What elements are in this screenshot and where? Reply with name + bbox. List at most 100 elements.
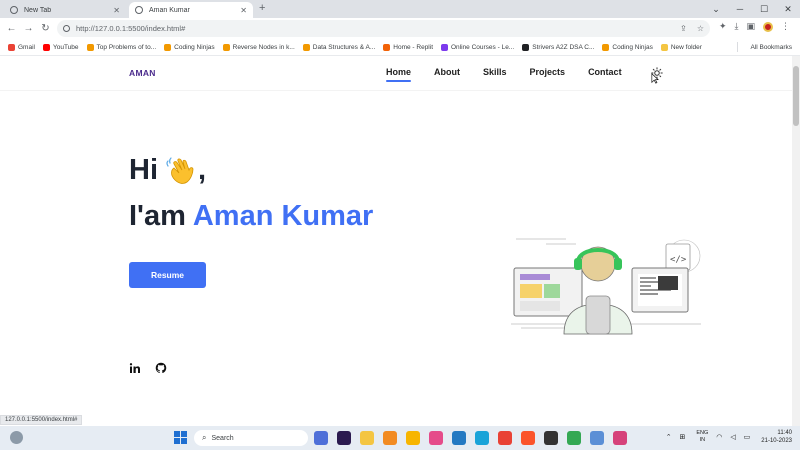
svg-text:</>: </> <box>670 255 687 265</box>
bookmark-item[interactable]: Home - Replit <box>383 43 433 51</box>
url-text[interactable]: http://127.0.0.1:5500/index.html# <box>76 24 672 33</box>
web-page: AMAN Home About Skills Projects Contact … <box>0 56 792 426</box>
greeting-comma: , <box>198 154 207 186</box>
tray-icons[interactable]: ⌃ ⊞ <box>666 433 689 441</box>
bookmark-star-icon[interactable]: ☆ <box>697 24 704 33</box>
new-tab-button[interactable]: + <box>259 2 265 14</box>
language-indicator[interactable]: ENG IN <box>696 430 708 444</box>
profile-avatar[interactable] <box>763 21 773 32</box>
scroll-thumb[interactable] <box>793 66 799 126</box>
maximize-icon[interactable]: ☐ <box>752 4 776 15</box>
bookmark-label: Coding Ninjas <box>174 43 215 51</box>
resume-button[interactable]: Resume <box>129 262 206 288</box>
tab-title: Aman Kumar <box>149 6 190 14</box>
clock-time: 11:40 <box>777 430 792 436</box>
nav-about[interactable]: About <box>434 67 460 82</box>
bookmark-favicon-icon <box>660 43 668 51</box>
bookmark-favicon-icon <box>164 43 172 51</box>
globe-icon <box>10 6 18 14</box>
browser-tab-strip: New Tab ✕ Aman Kumar ✕ + ⌄ ─ ☐ ✕ <box>0 0 800 18</box>
hero-name: Aman Kumar <box>192 200 374 232</box>
bookmark-favicon-icon <box>522 43 530 51</box>
brave-icon[interactable] <box>521 431 535 445</box>
link-status-bar: 127.0.0.1:5500/index.html# <box>0 415 83 425</box>
bookmark-item[interactable]: Strivers A2Z DSA C... <box>522 43 595 51</box>
reload-icon[interactable]: ↻ <box>37 23 54 34</box>
weather-icon[interactable] <box>10 431 23 444</box>
bookmark-favicon-icon <box>42 43 50 51</box>
start-button[interactable] <box>174 431 187 444</box>
app-icon[interactable] <box>383 431 397 445</box>
bookmarks-bar: Gmail YouTube Top Problems of to... Coding … <box>0 39 800 56</box>
bookmark-label: Online Courses - Le... <box>451 43 515 51</box>
nav-projects[interactable]: Projects <box>530 67 566 82</box>
bookmark-label: Strivers A2Z DSA C... <box>532 43 595 51</box>
github-desktop-icon[interactable] <box>544 431 558 445</box>
network-volume-battery-icons[interactable]: ◠ ◁ ▭ <box>716 433 753 441</box>
bookmark-item[interactable]: Reverse Nodes in k... <box>222 43 295 51</box>
chrome-icon[interactable] <box>498 431 512 445</box>
tab-new-tab[interactable]: New Tab ✕ <box>4 2 126 18</box>
bookmark-item[interactable]: Top Problems of to... <box>86 43 157 51</box>
greeting-text: Hi <box>129 154 158 186</box>
hero-greeting: Hi , <box>129 154 206 187</box>
vlc-icon[interactable] <box>406 431 420 445</box>
taskbar-search-label: Search <box>211 434 234 442</box>
vscode-icon[interactable] <box>452 431 466 445</box>
bookmark-item[interactable]: YouTube <box>42 43 79 51</box>
bookmark-favicon-icon <box>602 43 610 51</box>
extensions-icon[interactable]: ✦ <box>719 21 727 32</box>
bookmark-favicon-icon <box>222 43 230 51</box>
bookmark-item[interactable]: New folder <box>660 43 702 51</box>
system-tray: ⌃ ⊞ ENG IN ◠ ◁ ▭ 11:40 21-10-2023 <box>666 429 792 445</box>
intro-prefix: I'am <box>129 200 186 232</box>
close-icon[interactable]: ✕ <box>240 6 247 15</box>
minimize-icon[interactable]: ─ <box>728 4 752 14</box>
tab-search-icon[interactable]: ⌄ <box>704 4 728 15</box>
file-explorer-icon[interactable] <box>360 431 374 445</box>
all-bookmarks[interactable]: All Bookmarks <box>750 44 792 51</box>
download-icon[interactable]: ⤓ <box>735 21 739 32</box>
menu-icon[interactable]: ⋮ <box>781 21 790 32</box>
back-icon[interactable]: ← <box>3 23 20 34</box>
clock-date: 21-10-2023 <box>761 438 792 444</box>
nav-home[interactable]: Home <box>386 67 412 82</box>
developer-illustration: </> <box>511 238 701 335</box>
taskbar-search[interactable]: ⌕ Search <box>194 430 308 446</box>
teams-app-icon[interactable] <box>314 431 328 445</box>
nav-skills[interactable]: Skills <box>483 67 507 82</box>
slack-icon[interactable] <box>429 431 443 445</box>
side-panel-icon[interactable]: ▣ <box>746 21 755 32</box>
site-info-icon[interactable] <box>63 25 70 32</box>
site-logo[interactable]: AMAN <box>129 68 156 78</box>
system-clock[interactable]: 11:40 21-10-2023 <box>761 429 792 445</box>
app-icon-2[interactable] <box>613 431 627 445</box>
premiere-app-icon[interactable] <box>337 431 351 445</box>
bookmark-item[interactable]: Coding Ninjas <box>602 43 653 51</box>
share-icon[interactable]: ⇪ <box>680 24 687 33</box>
forward-icon[interactable]: → <box>20 23 37 34</box>
photos-icon[interactable] <box>590 431 604 445</box>
nav-contact[interactable]: Contact <box>588 67 622 82</box>
bookmark-item[interactable]: Data Structures & A... <box>302 43 375 51</box>
bookmark-label: Reverse Nodes in k... <box>232 43 295 51</box>
close-window-icon[interactable]: ✕ <box>776 4 800 15</box>
bookmark-item[interactable]: Online Courses - Le... <box>441 43 515 51</box>
close-icon[interactable]: ✕ <box>113 6 120 15</box>
tab-aman-kumar[interactable]: Aman Kumar ✕ <box>129 2 253 18</box>
edge-icon[interactable] <box>475 431 489 445</box>
linkedin-icon[interactable] <box>129 362 141 374</box>
globe-icon <box>135 6 143 14</box>
github-icon[interactable] <box>155 362 167 374</box>
bookmark-divider <box>737 42 738 52</box>
bookmark-label: Top Problems of to... <box>96 43 157 51</box>
bookmark-label: YouTube <box>52 43 79 51</box>
site-nav: Home About Skills Projects Contact <box>386 67 622 82</box>
bookmark-item[interactable]: Gmail <box>8 43 35 51</box>
bookmark-item[interactable]: Coding Ninjas <box>164 43 215 51</box>
page-scrollbar[interactable] <box>792 56 800 426</box>
social-links <box>129 362 167 374</box>
chrome-active-icon[interactable] <box>567 431 581 445</box>
site-header: AMAN Home About Skills Projects Contact <box>0 56 792 91</box>
address-bar[interactable]: http://127.0.0.1:5500/index.html# ⇪ ☆ <box>57 20 710 37</box>
